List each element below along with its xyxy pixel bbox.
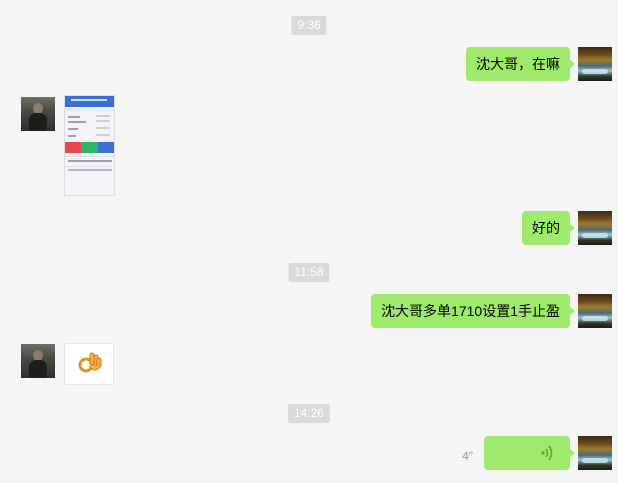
timestamp: 14:26 xyxy=(287,404,331,423)
sticker-message[interactable] xyxy=(64,343,114,385)
my-avatar[interactable] xyxy=(578,47,612,81)
my-avatar[interactable] xyxy=(578,211,612,245)
message-bubble-sent[interactable]: 好的 xyxy=(522,211,575,245)
timestamp: 9:36 xyxy=(291,16,327,35)
contact-avatar[interactable] xyxy=(21,97,55,131)
ok-hand-icon xyxy=(78,352,102,373)
timestamp: 11:58 xyxy=(288,263,330,282)
chat-panel: 9:36 沈大哥，在嘛 好的 11:58 沈大哥多单1710设置1手止盈 14:… xyxy=(0,0,618,483)
voice-duration: 4" xyxy=(462,449,473,463)
my-avatar[interactable] xyxy=(578,294,612,328)
image-message-thumbnail[interactable] xyxy=(64,95,115,196)
my-avatar[interactable] xyxy=(578,436,612,470)
voice-message-bubble[interactable] xyxy=(484,436,575,470)
voice-wave-icon xyxy=(541,445,553,461)
message-bubble-sent[interactable]: 沈大哥多单1710设置1手止盈 xyxy=(371,294,575,328)
message-bubble-sent[interactable]: 沈大哥，在嘛 xyxy=(466,47,575,81)
contact-avatar[interactable] xyxy=(21,344,55,378)
